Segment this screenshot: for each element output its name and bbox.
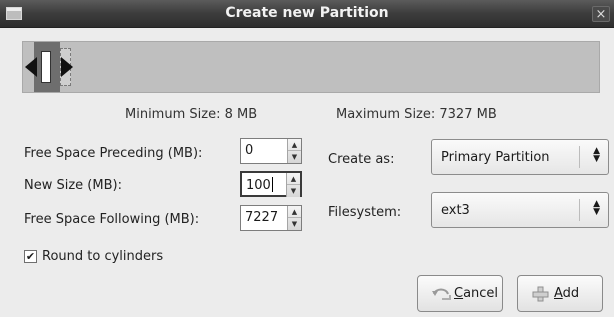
dialog-content: Minimum Size: 8 MB Maximum Size: 7327 MB… <box>0 28 614 317</box>
partition-resizer[interactable] <box>22 41 600 93</box>
cancel-button-label: Cancel <box>454 286 498 301</box>
resize-handle[interactable] <box>41 51 51 83</box>
spin-down-icon[interactable]: ▼ <box>288 151 301 163</box>
free-space-following-label: Free Space Following (MB): <box>24 212 200 227</box>
new-size-input[interactable]: 100 ▲ ▼ <box>240 171 302 197</box>
title-bar: Create new Partition × <box>0 0 614 28</box>
add-mnemonic: A <box>554 286 563 301</box>
spin-buttons: ▲ ▼ <box>287 139 301 163</box>
create-as-select[interactable]: Primary Partition ▲ ▼ <box>431 139 609 175</box>
free-space-preceding-value[interactable]: 0 <box>245 143 253 158</box>
window-title: Create new Partition <box>225 5 389 21</box>
new-size-value-wrap[interactable]: 100 <box>246 177 273 193</box>
add-button-label: Add <box>554 286 579 301</box>
create-as-label: Create as: <box>328 152 395 167</box>
spin-buttons: ▲ ▼ <box>287 206 301 230</box>
arrow-left-icon[interactable] <box>25 57 37 77</box>
new-size-label: New Size (MB): <box>24 178 122 193</box>
combo-separator <box>579 199 580 221</box>
combo-arrows-icon: ▲ ▼ <box>593 200 600 217</box>
free-space-preceding-input[interactable]: 0 ▲ ▼ <box>240 138 302 164</box>
add-label-rest: dd <box>562 286 580 301</box>
cancel-mnemonic: C <box>454 286 464 301</box>
spin-up-icon[interactable]: ▲ <box>288 139 301 151</box>
free-space-preceding-label: Free Space Preceding (MB): <box>24 146 203 161</box>
cancel-icon <box>432 288 451 300</box>
spin-up-icon[interactable]: ▲ <box>288 206 301 218</box>
close-button[interactable]: × <box>592 6 610 22</box>
free-space-following-input[interactable]: 7227 ▲ ▼ <box>240 205 302 231</box>
round-to-cylinders-checkbox[interactable]: ✔ <box>24 250 37 263</box>
filesystem-select[interactable]: ext3 ▲ ▼ <box>431 192 609 228</box>
filesystem-value: ext3 <box>441 203 470 218</box>
spin-up-icon[interactable]: ▲ <box>287 173 300 185</box>
arrow-right-icon[interactable] <box>61 57 73 77</box>
combo-down-icon: ▼ <box>593 154 600 164</box>
free-space-following-value[interactable]: 7227 <box>245 210 278 225</box>
add-button[interactable]: Add <box>517 275 603 312</box>
cancel-label-rest: ancel <box>463 286 499 301</box>
filesystem-label: Filesystem: <box>328 205 402 220</box>
spin-down-icon[interactable]: ▼ <box>288 218 301 230</box>
combo-arrows-icon: ▲ ▼ <box>593 147 600 164</box>
round-to-cylinders-label[interactable]: Round to cylinders <box>42 249 163 264</box>
create-as-value: Primary Partition <box>441 150 550 165</box>
text-caret <box>271 177 273 192</box>
combo-separator <box>579 146 580 168</box>
new-size-value[interactable]: 100 <box>246 178 271 193</box>
add-icon <box>532 286 549 302</box>
spin-down-icon[interactable]: ▼ <box>287 185 300 197</box>
cancel-button[interactable]: Cancel <box>417 275 503 312</box>
spin-buttons: ▲ ▼ <box>286 173 300 197</box>
maximum-size-label: Maximum Size: 7327 MB <box>336 107 497 122</box>
minimum-size-label: Minimum Size: 8 MB <box>125 107 258 122</box>
combo-down-icon: ▼ <box>593 207 600 217</box>
